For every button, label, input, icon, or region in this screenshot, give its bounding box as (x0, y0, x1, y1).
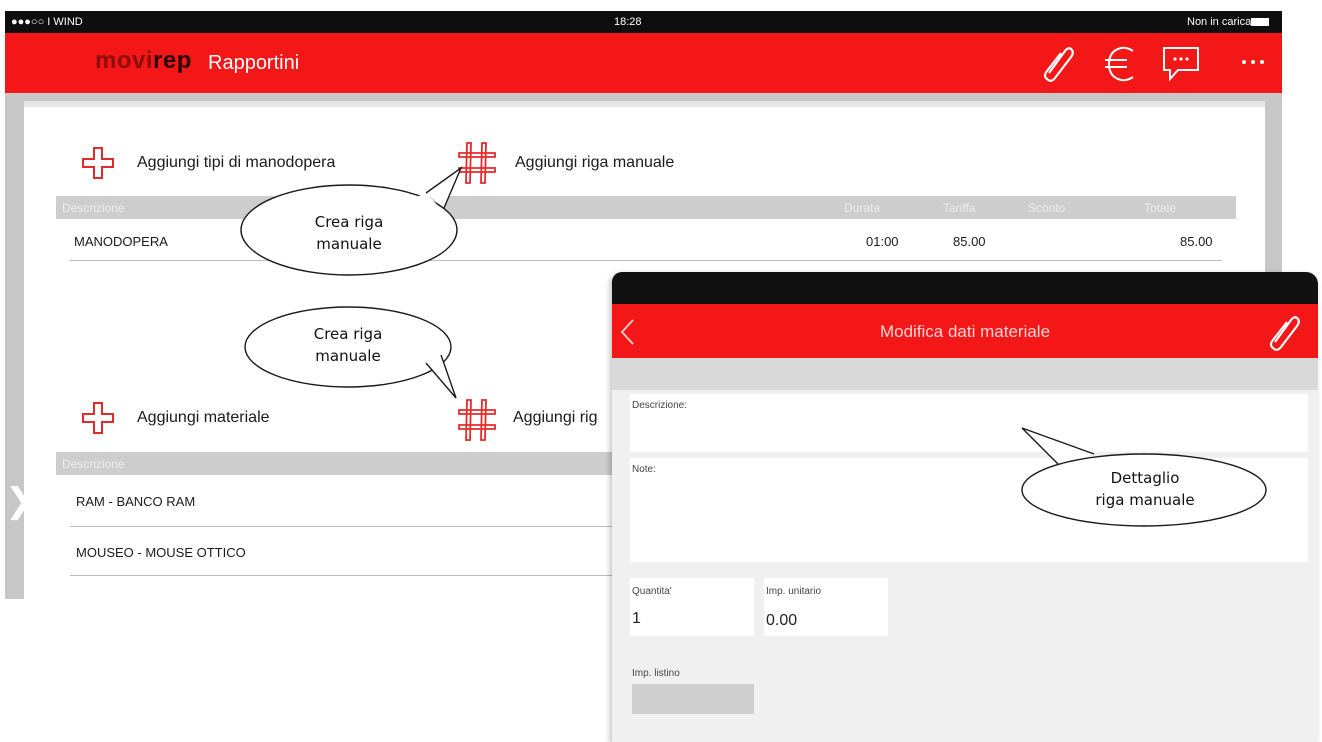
quantita-value: 1 (632, 610, 641, 627)
row-totale: 85.00 (1180, 234, 1213, 249)
imp-listino-field (632, 684, 754, 714)
device-top-bezel (612, 272, 1318, 304)
labor-table-header: Descrizione Durata Tariffa Sconto Totale (56, 196, 1236, 219)
col-descrizione: Descrizione (62, 201, 125, 215)
panel-section-divider (612, 358, 1318, 390)
app-logo: movirep (95, 47, 192, 75)
callout-line: riga manuale (1095, 491, 1195, 509)
imp-unitario-label: Imp. unitario (766, 586, 822, 597)
callout-line: Crea riga (314, 213, 384, 231)
row-descrizione: MANODOPERA (74, 234, 168, 249)
material-table-row[interactable]: MOUSEO - MOUSE OTTICO (70, 527, 630, 576)
callout-line: Crea riga (313, 325, 383, 343)
imp-listino-label: Imp. listino (632, 668, 680, 679)
callout-line: manuale (316, 235, 382, 253)
chat-icon[interactable] (1162, 46, 1202, 84)
col-sconto: Sconto (1028, 201, 1066, 215)
quantita-field[interactable]: Quantita' 1 (630, 578, 754, 636)
material-row-label: RAM - BANCO RAM (76, 494, 196, 509)
logo-text-movi: movi (95, 47, 154, 74)
row-durata: 01:00 (866, 234, 899, 249)
panel-title: Modifica dati materiale (879, 322, 1051, 341)
col-durata: Durata (844, 201, 881, 215)
app-title: Rapportini (208, 52, 300, 74)
material-row-label: MOUSEO - MOUSE OTTICO (76, 545, 246, 560)
callout-text-3: Dettaglio riga manuale (1055, 467, 1235, 511)
clock-time: 18:28 (614, 16, 642, 28)
add-labor-types-icon[interactable] (81, 146, 115, 180)
more-icon[interactable] (1241, 58, 1265, 66)
row-tariffa: 85.00 (953, 234, 986, 249)
status-bar: ●●●○○ I WIND 18:28 Non in carica (5, 11, 1282, 33)
add-material-icon[interactable] (81, 401, 115, 435)
callout-line: manuale (315, 347, 381, 365)
note-label: Note: (632, 464, 656, 475)
col-tariffa: Tariffa (943, 201, 976, 215)
callout-text-2: Crea riga manuale (273, 323, 423, 367)
paperclip-icon[interactable] (1266, 312, 1302, 352)
euro-icon[interactable] (1103, 45, 1139, 83)
imp-unitario-value: 0.00 (766, 612, 798, 629)
battery-status: Non in carica (1187, 16, 1252, 28)
col-descrizione: Descrizione (62, 457, 125, 471)
callout-text-1: Crea riga manuale (274, 211, 424, 255)
sheet-top-divider (24, 101, 1265, 107)
paperclip-icon[interactable] (1041, 43, 1075, 83)
imp-unitario-field[interactable]: Imp. unitario 0.00 (764, 578, 888, 636)
logo-text-rep: rep (153, 47, 192, 74)
callout-line: Dettaglio (1110, 469, 1180, 487)
carrier-label: ●●●○○ I WIND (11, 16, 83, 28)
quantita-label: Quantita' (632, 586, 672, 597)
add-manual-material-button[interactable]: Aggiungi rig (513, 409, 598, 427)
material-table-header: Descrizione (56, 452, 636, 475)
side-drawer-handle[interactable]: ❯ (5, 481, 34, 521)
descrizione-label: Descrizione: (632, 400, 688, 411)
material-table-row[interactable]: RAM - BANCO RAM (70, 476, 630, 527)
add-material-button[interactable]: Aggiungi materiale (137, 409, 270, 427)
app-header: movirep Rapportini (5, 33, 1282, 93)
col-totale: Totale (1144, 201, 1177, 215)
battery-icon (1251, 18, 1269, 26)
panel-header: Modifica dati materiale (612, 304, 1318, 358)
add-manual-row-button[interactable]: Aggiungi riga manuale (515, 154, 674, 172)
